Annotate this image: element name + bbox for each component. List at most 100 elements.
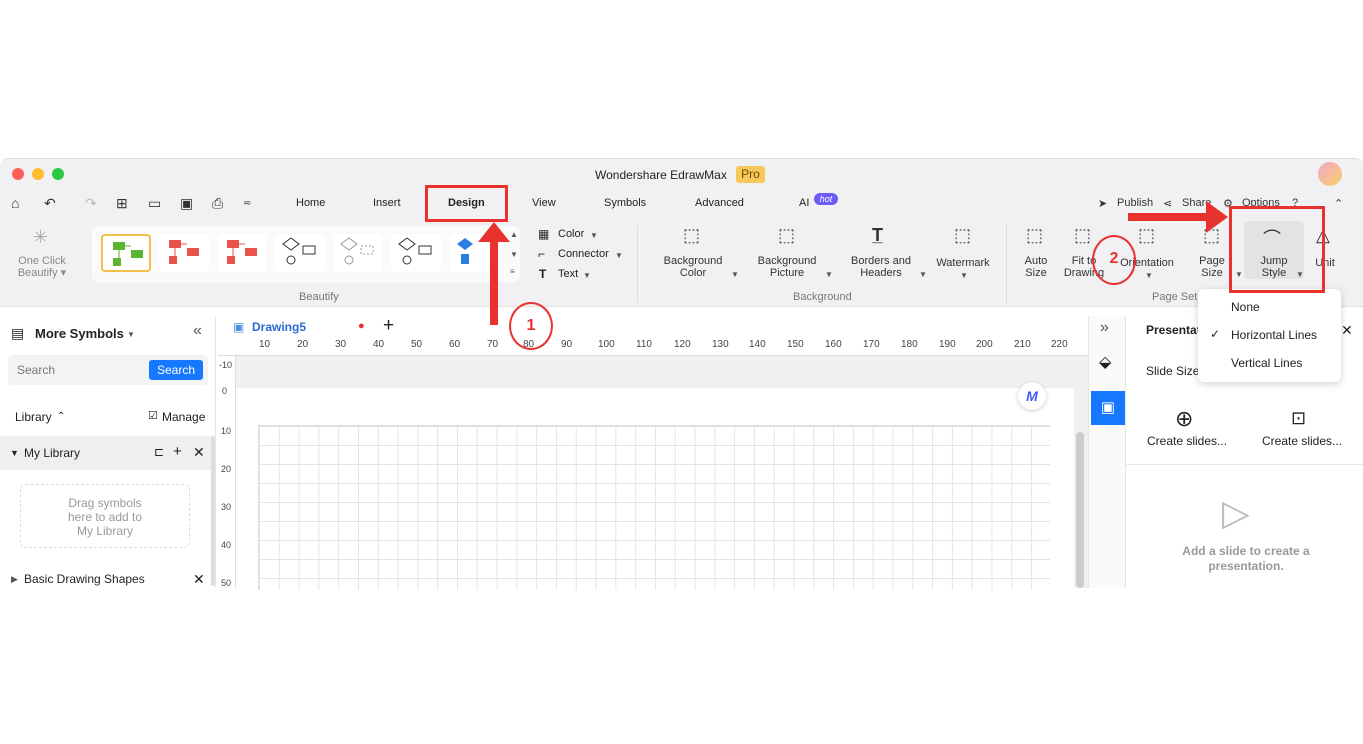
manage-button[interactable]: Manage [162,410,205,424]
tab-ai[interactable]: AI [799,197,809,209]
tab-view[interactable]: View [532,197,556,209]
collapse-panel-icon[interactable]: « [193,322,202,340]
ruler-tick: 190 [939,339,956,350]
empty-message-line-1: Add a slide to create a [1182,544,1310,558]
library-collapse-icon[interactable]: ⌃ [57,411,65,422]
ruler-tick: 40 [221,540,232,550]
expand-my-library-icon[interactable]: ▼ [10,448,19,458]
paint-bucket-icon[interactable]: ⬙ [1099,352,1111,372]
drop-zone[interactable]: Drag symbols here to add to My Library [20,484,190,548]
save-icon[interactable]: ▣ [180,195,193,212]
jump-option-vertical[interactable]: Vertical Lines [1231,356,1302,370]
gallery-down-icon[interactable]: ▼ [510,250,518,259]
more-quick-access-icon[interactable]: ≂ [243,198,251,209]
search-input[interactable]: Search [17,363,55,377]
gallery-up-icon[interactable]: ▲ [510,230,518,239]
watermark-caret-icon: ▼ [960,271,968,280]
arrow-up-shaft [490,235,498,325]
page-size-button[interactable]: Page Size [1194,255,1230,279]
search-button[interactable]: Search [149,360,203,380]
connector-dropdown[interactable]: Connector [558,248,609,260]
publish-button[interactable]: Publish [1117,197,1153,209]
redo-icon[interactable]: ↷ [85,195,97,212]
more-symbols-caret-icon[interactable]: ▼ [127,330,135,339]
basic-shapes-label[interactable]: Basic Drawing Shapes [24,572,145,586]
new-tab-icon[interactable]: + [383,315,394,337]
watermark-button[interactable]: Watermark [933,257,993,269]
presentation-icon[interactable]: ▣ [1091,391,1125,425]
beautify-style-4[interactable] [275,234,325,272]
beautify-style-3[interactable] [217,234,267,272]
close-basic-shapes-icon[interactable]: ✕ [193,571,205,588]
create-slides-button-1[interactable]: Create slides... [1147,434,1227,448]
expand-panel-icon[interactable]: » [1100,319,1109,337]
background-group-label: Background [793,291,852,303]
collapse-ribbon-icon[interactable]: ⌃ [1334,197,1343,210]
jump-option-horizontal[interactable]: Horizontal Lines [1231,328,1317,342]
beautify-style-6[interactable] [391,234,441,272]
auto-size-label-1: Auto [1024,255,1048,267]
vertical-ruler: -10 0 10 20 30 40 50 [218,356,236,588]
library-icon: ▤ [11,325,25,341]
ruler-tick: 120 [674,339,691,350]
color-dropdown[interactable]: Color [558,228,584,240]
close-window-button[interactable] [12,168,24,180]
beautify-style-1[interactable] [101,234,151,272]
left-scrollbar[interactable] [211,436,215,586]
jump-option-none[interactable]: None [1231,300,1260,314]
close-panel-icon[interactable]: ✕ [1341,322,1353,339]
print-icon[interactable]: ⎙ [212,195,223,212]
background-picture-button[interactable]: Background Picture [750,255,824,279]
background-color-button[interactable]: Background Color [656,255,730,279]
ruler-tick: 130 [712,339,729,350]
create-slides-button-2[interactable]: Create slides... [1262,434,1342,448]
drag-hint-1: Drag symbols [68,496,142,510]
undo-icon[interactable]: ↶ [44,195,56,212]
text-dropdown[interactable]: Text [558,268,578,280]
open-folder-icon[interactable]: ▭ [148,195,161,212]
empty-slide-icon: ▷ [1222,492,1250,533]
beautify-style-2[interactable] [159,234,209,272]
close-icon[interactable]: ✕ [193,444,205,461]
ruler-tick: 100 [598,339,615,350]
tab-advanced[interactable]: Advanced [695,197,744,209]
tab-insert[interactable]: Insert [373,197,401,209]
new-page-icon[interactable]: ⊞ [116,195,128,212]
text-style-icon: T [539,267,547,281]
pro-badge: Pro [736,166,765,183]
create-slides-template-icon[interactable]: ⊡ [1291,408,1306,429]
import-icon[interactable]: ⊏ [154,445,164,459]
minimize-window-button[interactable] [32,168,44,180]
add-icon[interactable]: + [173,443,182,460]
tab-home[interactable]: Home [296,197,325,209]
canvas-scrollbar[interactable] [1076,432,1084,588]
document-tab[interactable]: Drawing5 [252,320,306,334]
borders-label-1: Borders and [851,255,911,267]
gallery-more-icon[interactable]: ≡ [510,267,515,276]
step-1-marker: 1 [509,302,553,350]
ai-hot-badge: hot [814,193,838,205]
one-click-beautify-button[interactable]: One Click Beautify ▾ [14,255,70,279]
auto-size-button[interactable]: Auto Size [1016,255,1056,279]
share-icon[interactable]: ⋖ [1163,197,1172,210]
home-icon[interactable]: ⌂ [11,195,19,211]
jump-style-menu: None ✓ Horizontal Lines Vertical Lines [1198,289,1341,382]
one-click-label-1: One Click [18,255,66,267]
title-bar: Wondershare EdrawMax Pro [0,159,1363,189]
more-symbols-title[interactable]: More Symbols [35,326,124,341]
page-grid [258,425,1050,590]
create-slides-plus-icon[interactable]: ⊕ [1175,406,1193,432]
ai-assistant-icon[interactable]: M [1018,382,1046,410]
avatar[interactable] [1318,162,1342,186]
beautify-style-5[interactable] [333,234,383,272]
ruler-tick: 0 [222,386,228,396]
design-tab-highlight [425,185,508,222]
ruler-tick: 150 [787,339,804,350]
publish-icon[interactable]: ➤ [1098,197,1107,210]
ruler-tick: 110 [636,339,652,350]
expand-basic-shapes-icon[interactable]: ▶ [11,574,18,585]
maximize-window-button[interactable] [52,168,64,180]
tab-symbols[interactable]: Symbols [604,197,646,209]
slide-size-label[interactable]: Slide Size [1146,364,1199,378]
borders-headers-button[interactable]: Borders and Headers [844,255,918,279]
